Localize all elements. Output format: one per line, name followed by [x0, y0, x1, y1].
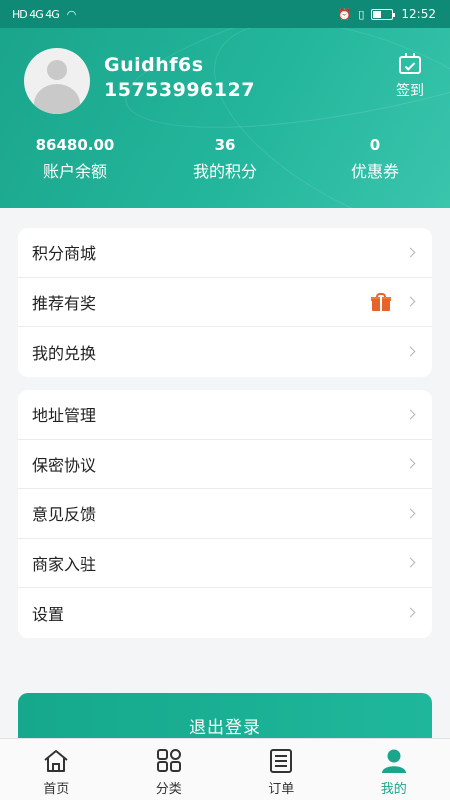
menu-item-label: 商家入驻	[32, 554, 97, 574]
stat-label: 我的积分	[192, 162, 257, 181]
menu-item-address[interactable]: 地址管理	[18, 390, 432, 440]
menu-item-label: 推荐有奖	[32, 293, 97, 313]
status-bar: HD 4G 4G ◠ ⏰ ▯ 12:52	[0, 0, 450, 28]
avatar[interactable]	[24, 48, 90, 114]
menu-item-my-exchange[interactable]: 我的兑换	[18, 327, 432, 377]
grid-icon	[156, 749, 181, 772]
calendar-check-icon	[399, 53, 421, 74]
menu-item-label: 积分商城	[32, 244, 97, 264]
gift-icon	[371, 292, 391, 311]
avatar-head	[47, 60, 67, 80]
tab-bar: 首页 分类 订单 我的	[0, 738, 450, 800]
chevron-right-icon	[405, 557, 416, 568]
menu-item-settings[interactable]: 设置	[18, 588, 432, 638]
chevron-right-icon	[405, 346, 416, 357]
chevron-right-icon	[405, 247, 416, 258]
chevron-right-icon	[405, 607, 416, 618]
chevron-right-icon	[405, 296, 416, 307]
list-icon	[270, 749, 293, 773]
stat-label: 优惠券	[350, 162, 399, 181]
menu-item-label: 意见反馈	[32, 505, 97, 525]
checkin-button[interactable]: 签到	[390, 53, 430, 100]
home-icon	[44, 750, 68, 772]
phone-number: 15753996127	[104, 79, 255, 101]
chevron-right-icon	[405, 409, 416, 420]
menu-item-label: 地址管理	[32, 406, 97, 426]
menu-item-label: 我的兑换	[32, 343, 97, 363]
avatar-body	[34, 84, 80, 114]
profile-header: Guidhf6s 15753996127 签到 86480.00 账户余额 36…	[0, 28, 450, 208]
network-status: HD 4G 4G	[12, 7, 60, 21]
stat-points[interactable]: 36 我的积分	[150, 136, 300, 182]
menu-card-1: 积分商城 推荐有奖 我的兑换	[18, 228, 432, 377]
vibrate-icon: ▯	[358, 7, 364, 21]
wifi-icon: ◠	[66, 7, 77, 21]
chevron-right-icon	[405, 458, 416, 469]
tab-label: 首页	[43, 782, 70, 797]
menu-item-label: 设置	[32, 604, 65, 624]
stats-row: 86480.00 账户余额 36 我的积分 0 优惠券	[0, 136, 450, 182]
checkin-label: 签到	[396, 83, 424, 99]
menu-item-merchant[interactable]: 商家入驻	[18, 539, 432, 588]
status-time: 12:52	[401, 7, 436, 21]
menu-item-referral[interactable]: 推荐有奖	[18, 278, 432, 327]
menu-item-privacy[interactable]: 保密协议	[18, 440, 432, 489]
user-icon	[381, 749, 406, 773]
menu-item-label: 保密协议	[32, 455, 97, 475]
stat-value: 86480.00	[35, 136, 115, 154]
tab-orders[interactable]: 订单	[225, 739, 338, 800]
username: Guidhf6s	[104, 54, 204, 76]
tab-home[interactable]: 首页	[0, 739, 113, 800]
tab-mine[interactable]: 我的	[338, 739, 450, 800]
chevron-right-icon	[405, 508, 416, 519]
stat-coupons[interactable]: 0 优惠券	[300, 136, 450, 182]
status-right: ⏰ ▯ 12:52	[338, 7, 436, 21]
tab-label: 我的	[380, 782, 407, 797]
menu-item-points-mall[interactable]: 积分商城	[18, 228, 432, 278]
stat-value: 36	[214, 136, 236, 154]
tab-label: 订单	[268, 782, 295, 797]
battery-icon	[371, 8, 396, 20]
tab-category[interactable]: 分类	[113, 739, 226, 800]
stat-balance[interactable]: 86480.00 账户余额	[0, 136, 150, 182]
tab-label: 分类	[155, 782, 182, 797]
menu-item-feedback[interactable]: 意见反馈	[18, 489, 432, 539]
stat-label: 账户余额	[42, 162, 107, 181]
status-left: HD 4G 4G ◠	[12, 7, 77, 21]
stat-value: 0	[369, 136, 381, 154]
alarm-icon: ⏰	[337, 7, 352, 21]
menu-card-2: 地址管理 保密协议 意见反馈 商家入驻 设置	[18, 390, 432, 638]
